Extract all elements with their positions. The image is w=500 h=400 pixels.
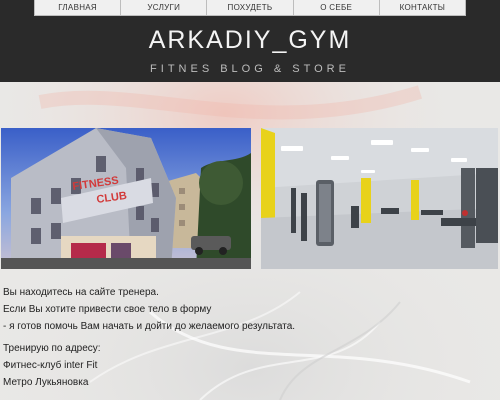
site-header: ГЛАВНАЯ УСЛУГИ ПОХУДЕТЬ О СЕБЕ КОНТАКТЫ … xyxy=(0,0,500,82)
intro-line-1: Вы находитесь на сайте тренера. xyxy=(3,287,159,298)
address-heading: Тренирую по адресу: xyxy=(3,343,101,354)
fitness-club-building-photo: FITNESS CLUB xyxy=(1,128,251,269)
nav-item-lose-weight[interactable]: ПОХУДЕТЬ xyxy=(207,0,294,15)
metro-station: Метро Лукьяновка xyxy=(3,377,89,388)
gym-interior-photo xyxy=(261,128,498,269)
intro-line-2: Если Вы хотите привести свое тело в форм… xyxy=(3,304,212,315)
site-tagline: FITNES BLOG & STORE xyxy=(150,63,350,75)
nav-item-about[interactable]: О СЕБЕ xyxy=(294,0,380,15)
nav-item-home[interactable]: ГЛАВНАЯ xyxy=(35,0,122,15)
nav-item-contacts[interactable]: КОНТАКТЫ xyxy=(380,0,465,15)
intro-text: Вы находитесь на сайте тренера. Если Вы … xyxy=(3,284,493,391)
intro-line-3: - я готов помочь Вам начать и дойти до ж… xyxy=(3,321,296,332)
gym-photo-image xyxy=(261,128,498,269)
main-nav: ГЛАВНАЯ УСЛУГИ ПОХУДЕТЬ О СЕБЕ КОНТАКТЫ xyxy=(34,0,466,16)
nav-item-services[interactable]: УСЛУГИ xyxy=(121,0,208,15)
building-photo-image: FITNESS CLUB xyxy=(1,128,251,269)
site-logo[interactable]: ARKADIY_GYM xyxy=(0,26,500,55)
club-name: Фитнес-клуб inter Fit xyxy=(3,360,98,371)
